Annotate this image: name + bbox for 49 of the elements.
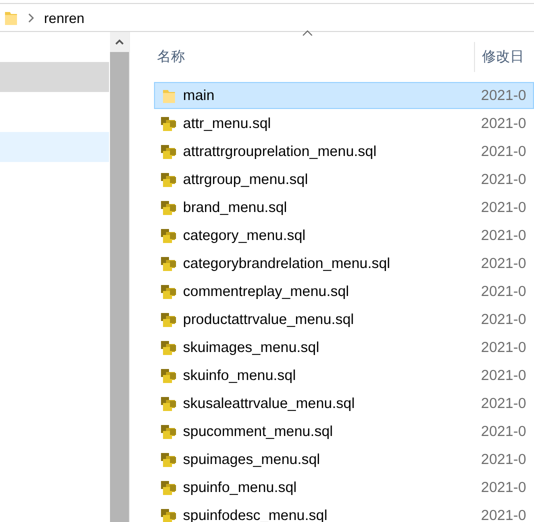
file-name: skusaleattrvalue_menu.sql [183,396,356,412]
file-name: skuinfo_menu.sql [183,368,297,384]
file-date: 2021-0 [481,480,526,496]
file-name: skuimages_menu.sql [183,340,320,356]
file-row[interactable]: brand_menu.sql 2021-0 [154,194,534,221]
file-row[interactable]: spuinfo_menu.sql 2021-0 [154,474,534,501]
file-row[interactable]: skuinfo_menu.sql 2021-0 [154,362,534,389]
file-name: spuimages_menu.sql [183,452,322,468]
file-date: 2021-0 [481,172,526,188]
file-row[interactable]: categorybrandrelation_menu.sql 2021-0 [154,250,534,277]
file-name: spucomment_menu.sql [183,424,334,440]
file-date: 2021-0 [481,200,526,216]
file-date: 2021-0 [481,116,526,132]
file-date: 2021-0 [481,88,526,104]
file-date: 2021-0 [481,144,526,160]
file-name: commentreplay_menu.sql [183,284,350,300]
file-row[interactable]: category_menu.sql 2021-0 [154,222,534,249]
file-date: 2021-0 [481,368,526,384]
file-date: 2021-0 [481,508,526,522]
file-name: attrattrgrouprelation_menu.sql [183,144,378,160]
file-name: brand_menu.sql [183,200,288,216]
column-header[interactable]: 修改日 [475,42,524,72]
column-header[interactable]: 名称 [154,42,475,72]
file-date: 2021-0 [481,284,526,300]
file-row[interactable]: commentreplay_menu.sql 2021-0 [154,278,534,305]
file-date: 2021-0 [481,396,526,412]
file-row[interactable]: skusaleattrvalue_menu.sql 2021-0 [154,390,534,417]
file-row[interactable]: spuimages_menu.sql 2021-0 [154,446,534,473]
file-name: attrgroup_menu.sql [183,172,309,188]
file-name: spuinfo_menu.sql [183,480,298,496]
file-row[interactable]: productattrvalue_menu.sql 2021-0 [154,306,534,333]
file-date: 2021-0 [481,340,526,356]
file-date: 2021-0 [481,424,526,440]
file-name: attr_menu.sql [183,116,272,132]
file-name: categorybrandrelation_menu.sql [183,256,392,272]
file-row[interactable]: spucomment_menu.sql 2021-0 [154,418,534,445]
file-name: category_menu.sql [183,228,307,244]
file-name: main [183,88,216,104]
file-name: productattrvalue_menu.sql [183,312,355,328]
file-date: 2021-0 [481,256,526,272]
file-date: 2021-0 [481,228,526,244]
file-row[interactable]: attrattrgrouprelation_menu.sql 2021-0 [154,138,534,165]
file-row[interactable]: attr_menu.sql 2021-0 [154,110,534,137]
file-date: 2021-0 [481,312,526,328]
breadcrumb[interactable]: renren [44,10,84,26]
file-row[interactable]: main 2021-0 [154,82,534,109]
file-date: 2021-0 [481,452,526,468]
file-row[interactable]: attrgroup_menu.sql 2021-0 [154,166,534,193]
file-row[interactable]: skuimages_menu.sql 2021-0 [154,334,534,361]
